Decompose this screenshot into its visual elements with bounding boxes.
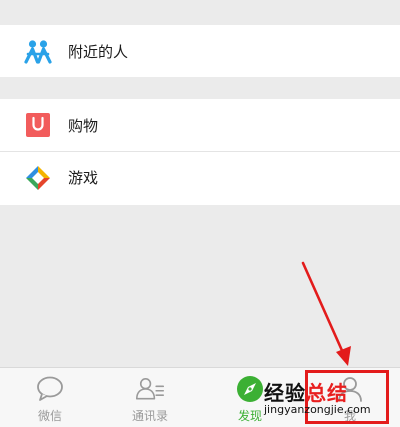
annotation-arrow bbox=[301, 261, 351, 366]
discover-screen: 附近的人 购物 游戏 微信 通讯录 发现 我 经验总结 jingyanzongj… bbox=[0, 0, 400, 427]
annotation-highlight-box bbox=[305, 370, 389, 424]
